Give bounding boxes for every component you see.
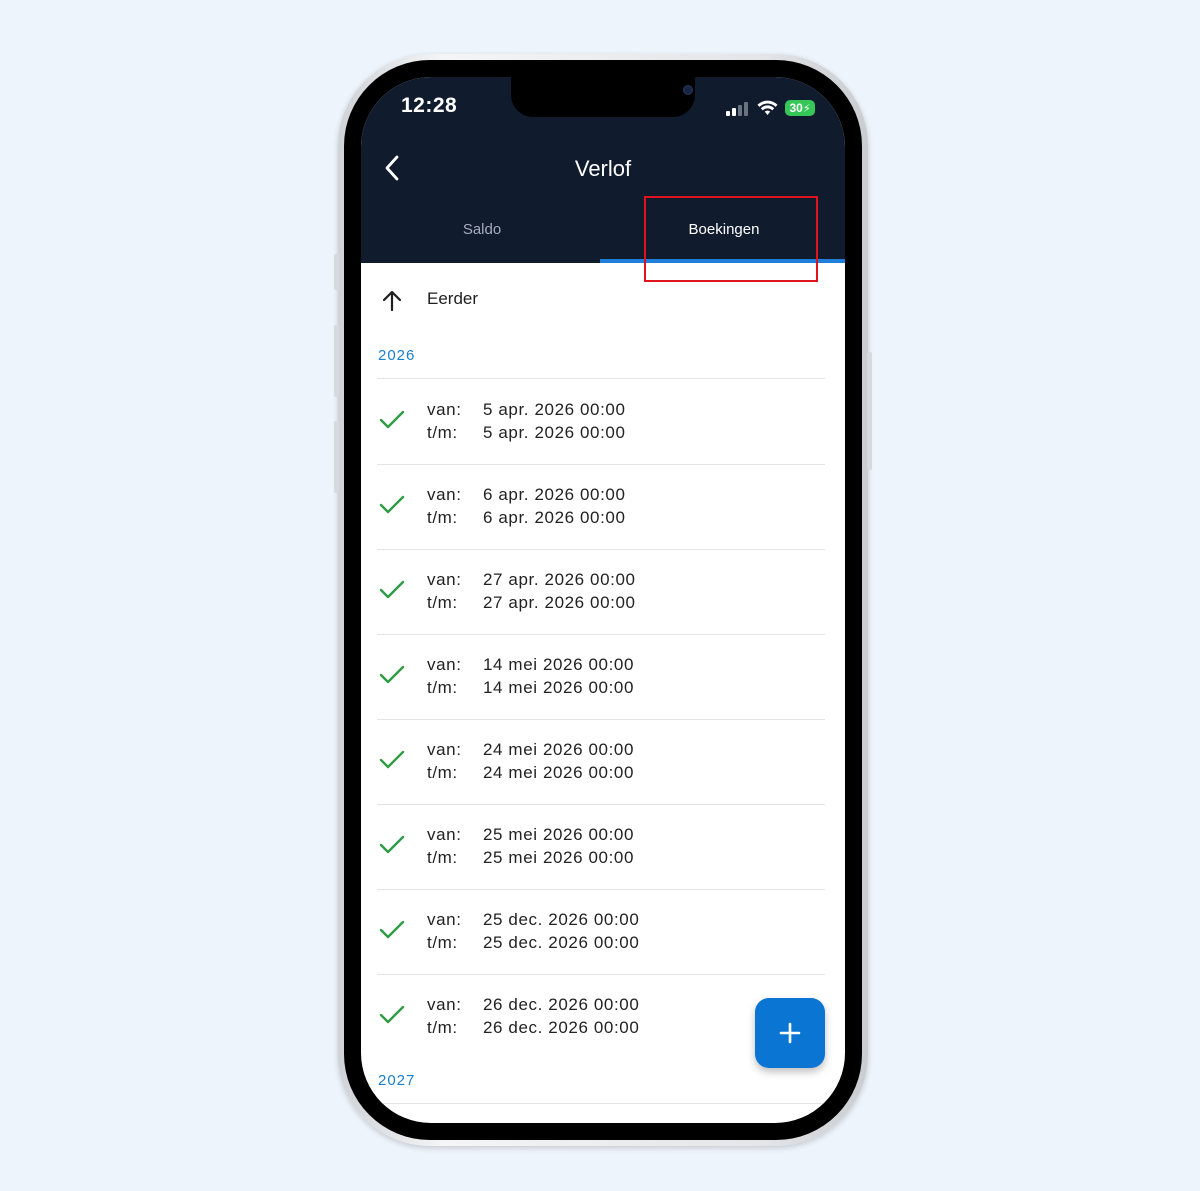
battery-icon: 30 ⚡ (785, 100, 815, 116)
from-value: 25 dec. 2026 00:00 (483, 910, 640, 929)
arrow-up-icon (382, 290, 402, 312)
from-label: van: (427, 995, 462, 1014)
booking-to: t/m: 27 apr. 2026 00:00 (427, 593, 636, 613)
from-label: van: (427, 825, 462, 844)
from-label: van: (427, 570, 462, 589)
booking-to: t/m: 26 dec. 2026 00:00 (427, 1018, 639, 1038)
charging-icon: ⚡ (802, 102, 811, 115)
to-label: t/m: (427, 1018, 458, 1037)
to-value: 25 dec. 2026 00:00 (483, 933, 640, 952)
from-label: van: (427, 655, 462, 674)
check-icon (379, 1005, 405, 1024)
to-value: 5 apr. 2026 00:00 (483, 423, 626, 442)
volume-down-button (334, 421, 339, 493)
silent-switch (334, 254, 339, 290)
booking-from: van: 25 dec. 2026 00:00 (427, 910, 639, 930)
from-label: van: (427, 400, 462, 419)
signal-icon (726, 101, 748, 116)
check-icon (379, 920, 405, 939)
check-icon (379, 580, 405, 599)
booking-from: van: 14 mei 2026 00:00 (427, 655, 634, 675)
add-booking-button[interactable] (755, 998, 825, 1068)
booking-to: t/m: 24 mei 2026 00:00 (427, 763, 634, 783)
to-label: t/m: (427, 848, 458, 867)
status-icons: 30 ⚡ (726, 97, 815, 119)
page-title: Verlof (574, 156, 632, 181)
from-label: van: (427, 910, 462, 929)
from-value: 14 mei 2026 00:00 (483, 655, 635, 674)
power-button (867, 352, 872, 470)
to-value: 14 mei 2026 00:00 (483, 678, 635, 697)
check-icon (379, 665, 405, 684)
booking-to: t/m: 25 mei 2026 00:00 (427, 848, 634, 868)
from-label: van: (427, 485, 462, 504)
year-header-2026: 2026 (378, 347, 416, 364)
year-header-2027: 2027 (378, 1072, 416, 1089)
booking-row[interactable]: van: 25 mei 2026 00:00 t/m: 25 mei 2026 00:… (361, 804, 845, 889)
booking-row[interactable]: van: 6 apr. 2026 00:00 t/m: 6 apr. 2026 00:… (361, 464, 845, 549)
status-time: 12:28 (401, 94, 458, 117)
to-value: 25 mei 2026 00:00 (483, 848, 635, 867)
from-value: 27 apr. 2026 00:00 (483, 570, 636, 589)
check-icon (379, 750, 405, 769)
from-value: 25 mei 2026 00:00 (483, 825, 635, 844)
to-value: 24 mei 2026 00:00 (483, 763, 635, 782)
booking-row[interactable]: van: 25 dec. 2026 00:00 t/m: 25 dec. 2026 0… (361, 889, 845, 974)
booking-row[interactable]: van: 5 apr. 2026 00:00 t/m: 5 apr. 2026 00:… (361, 379, 845, 464)
to-label: t/m: (427, 593, 458, 612)
booking-to: t/m: 14 mei 2026 00:00 (427, 678, 634, 698)
from-label: van: (427, 740, 462, 759)
from-value: 5 apr. 2026 00:00 (483, 400, 626, 419)
booking-row[interactable]: van: 24 mei 2026 00:00 t/m: 24 mei 2026 00:… (361, 719, 845, 804)
check-icon (379, 835, 405, 854)
battery-level: 30 (789, 101, 803, 115)
front-camera (683, 85, 693, 95)
load-earlier-label: Eerder (427, 289, 479, 308)
booking-row[interactable]: van: 27 apr. 2026 00:00 t/m: 27 apr. 2026 0… (361, 549, 845, 634)
booking-from: van: 27 apr. 2026 00:00 (427, 570, 636, 590)
from-value: 6 apr. 2026 00:00 (483, 485, 626, 504)
booking-from: van: 24 mei 2026 00:00 (427, 740, 634, 760)
booking-to: t/m: 5 apr. 2026 00:00 (427, 423, 626, 443)
booking-row[interactable]: van: 14 mei 2026 00:00 t/m: 14 mei 2026 00:… (361, 634, 845, 719)
booking-from: van: 5 apr. 2026 00:00 (427, 400, 626, 420)
booking-to: t/m: 25 dec. 2026 00:00 (427, 933, 639, 953)
tab-saldo-label: Saldo (462, 220, 502, 238)
to-label: t/m: (427, 933, 458, 952)
plus-icon (779, 1022, 801, 1044)
highlight-box (644, 196, 818, 282)
divider (377, 1103, 825, 1104)
booking-from: van: 26 dec. 2026 00:00 (427, 995, 639, 1015)
check-icon (379, 495, 405, 514)
to-value: 27 apr. 2026 00:00 (483, 593, 636, 612)
from-value: 24 mei 2026 00:00 (483, 740, 635, 759)
booking-from: van: 6 apr. 2026 00:00 (427, 485, 626, 505)
notch (511, 77, 695, 117)
to-label: t/m: (427, 763, 458, 782)
from-value: 26 dec. 2026 00:00 (483, 995, 640, 1014)
volume-up-button (334, 325, 339, 397)
to-value: 6 apr. 2026 00:00 (483, 508, 626, 527)
wifi-icon (757, 100, 778, 115)
tab-saldo[interactable]: Saldo (361, 195, 603, 263)
to-label: t/m: (427, 423, 458, 442)
to-value: 26 dec. 2026 00:00 (483, 1018, 640, 1037)
booking-to: t/m: 6 apr. 2026 00:00 (427, 508, 626, 528)
booking-from: van: 25 mei 2026 00:00 (427, 825, 634, 845)
to-label: t/m: (427, 508, 458, 527)
check-icon (379, 410, 405, 429)
to-label: t/m: (427, 678, 458, 697)
